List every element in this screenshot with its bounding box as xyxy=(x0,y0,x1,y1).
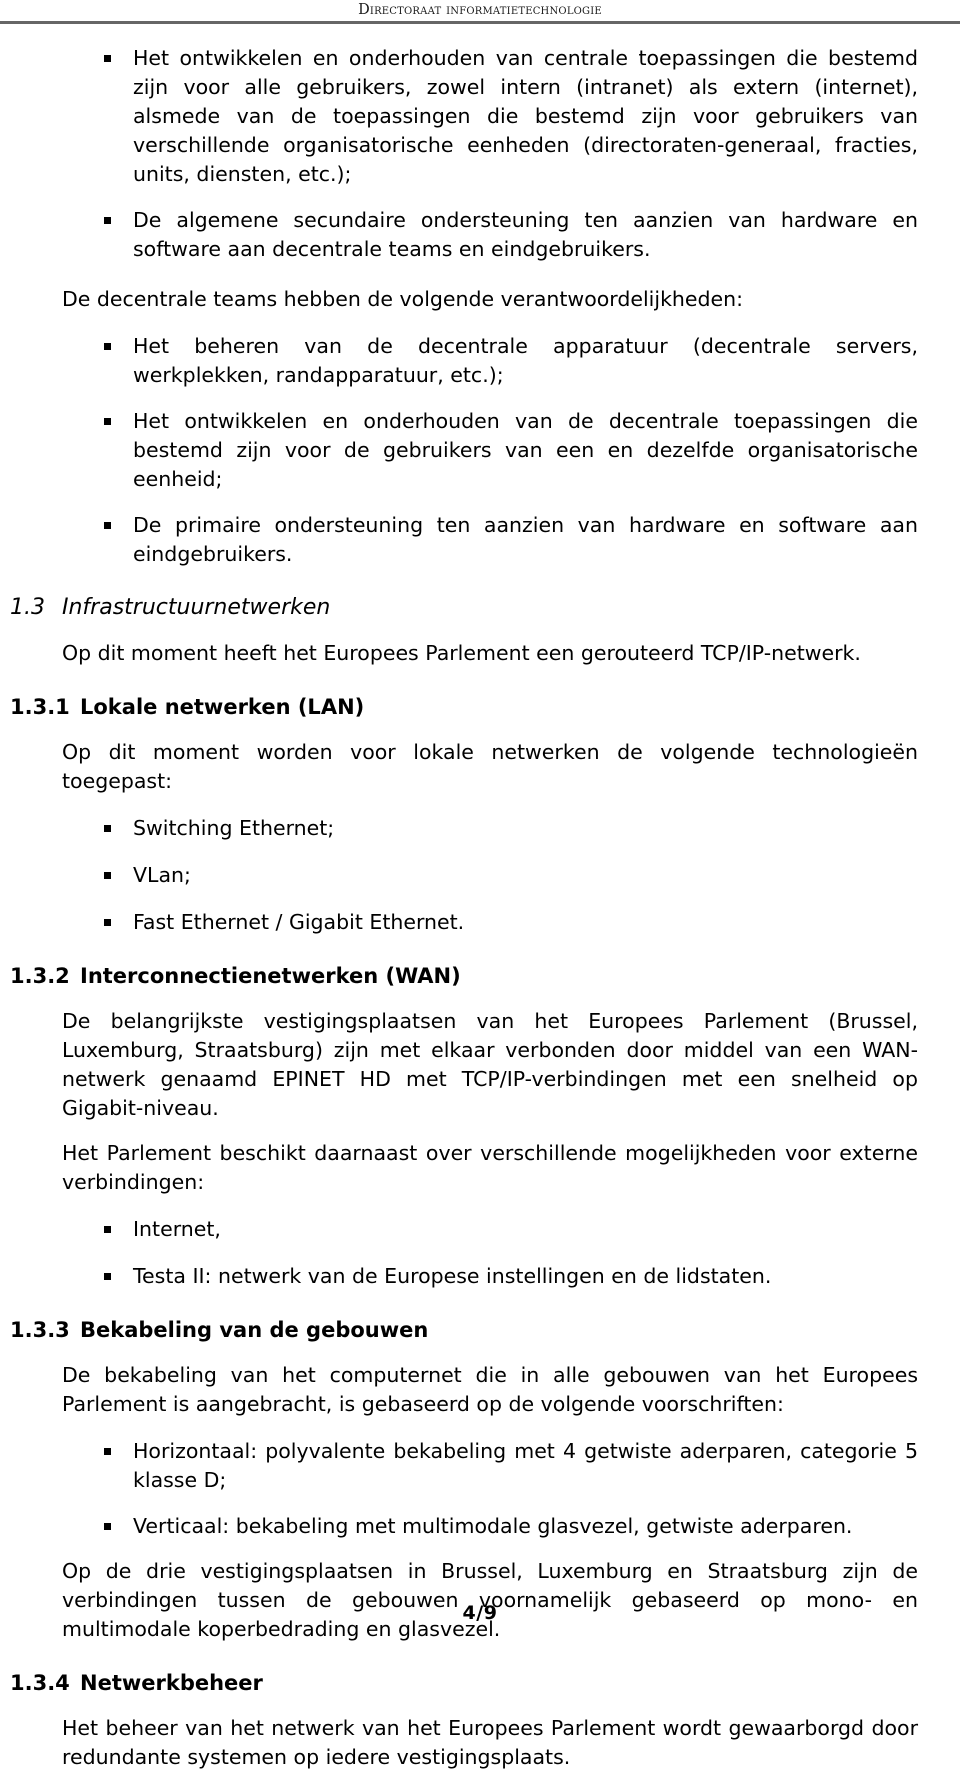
heading-number: 1.3 xyxy=(10,595,45,621)
bullet-square-icon xyxy=(104,522,111,530)
list-item-text: Testa II: netwerk van de Europese instel… xyxy=(133,1264,772,1289)
bullet-square-icon xyxy=(104,55,111,63)
section-1-3-3-paragraph-1: De bekabeling van het computernet die in… xyxy=(62,1363,918,1417)
heading-1-3: 1.3 Infrastructuurnetwerken xyxy=(10,593,918,623)
section-1-3-1-paragraph: Op dit moment worden voor lokale netwerk… xyxy=(62,740,918,794)
page-footer: 4/9 xyxy=(0,1602,960,1624)
heading-number: 1.3.3 xyxy=(10,1318,70,1343)
list-item: Het ontwikkelen en onderhouden van de de… xyxy=(104,407,918,494)
section-1-3-2-paragraph-1: De belangrijkste vestigingsplaatsen van … xyxy=(62,1009,918,1121)
list-item: VLan; xyxy=(104,861,918,890)
bullet-square-icon xyxy=(104,872,111,880)
list-item: Horizontaal: polyvalente bekabeling met … xyxy=(104,1437,918,1495)
section-1-3-4-paragraph: Het beheer van het netwerk van het Europ… xyxy=(62,1716,918,1770)
list-item: Het beheren van de decentrale apparatuur… xyxy=(104,332,918,390)
heading-number: 1.3.2 xyxy=(10,964,70,989)
page-number: 4/9 xyxy=(462,1602,498,1624)
document-content: Het ontwikkelen en onderhouden van centr… xyxy=(0,44,960,1772)
list-item-text: Het ontwikkelen en onderhouden van de de… xyxy=(133,409,918,492)
decentrale-intro-paragraph: De decentrale teams hebben de volgende v… xyxy=(62,287,744,312)
list-item: Het ontwikkelen en onderhouden van centr… xyxy=(104,44,918,189)
intro-bullet-list: Het ontwikkelen en onderhouden van centr… xyxy=(104,44,918,264)
decentrale-bullet-list: Het beheren van de decentrale apparatuur… xyxy=(104,332,918,569)
section-1-3-3-paragraph-2: Op de drie vestigingsplaatsen in Brussel… xyxy=(62,1559,918,1642)
list-item-text: VLan; xyxy=(133,863,191,888)
bullet-square-icon xyxy=(104,919,111,927)
list-item: Verticaal: bekabeling met multimodale gl… xyxy=(104,1512,918,1541)
list-item-text: De algemene secundaire ondersteuning ten… xyxy=(133,208,918,262)
list-item-text: Switching Ethernet; xyxy=(133,816,335,841)
cabling-bullet-list: Horizontaal: polyvalente bekabeling met … xyxy=(104,1437,918,1541)
list-item-text: De primaire ondersteuning ten aanzien va… xyxy=(133,513,918,567)
heading-1-3-4: 1.3.4 Netwerkbeheer xyxy=(10,1668,918,1698)
heading-title: Interconnectienetwerken (WAN) xyxy=(80,964,461,989)
heading-1-3-1: 1.3.1 Lokale netwerken (LAN) xyxy=(10,692,918,722)
heading-title: Lokale netwerken (LAN) xyxy=(80,695,365,720)
bullet-square-icon xyxy=(104,343,111,351)
list-item: Fast Ethernet / Gigabit Ethernet. xyxy=(104,908,918,937)
list-item: De algemene secundaire ondersteuning ten… xyxy=(104,206,918,264)
bullet-square-icon xyxy=(104,1448,111,1456)
heading-number: 1.3.4 xyxy=(10,1671,70,1696)
bullet-square-icon xyxy=(104,1273,111,1281)
bullet-square-icon xyxy=(104,217,111,225)
wan-bullet-list: Internet, Testa II: netwerk van de Europ… xyxy=(104,1215,918,1291)
list-item: Internet, xyxy=(104,1215,918,1244)
heading-number: 1.3.1 xyxy=(10,695,70,720)
list-item: Switching Ethernet; xyxy=(104,814,918,843)
list-item-text: Het beheren van de decentrale apparatuur… xyxy=(133,334,918,388)
section-1-3-2-paragraph-2: Het Parlement beschikt daarnaast over ve… xyxy=(62,1141,918,1195)
heading-1-3-2: 1.3.2 Interconnectienetwerken (WAN) xyxy=(10,961,918,991)
bullet-square-icon xyxy=(104,825,111,833)
list-item-text: Horizontaal: polyvalente bekabeling met … xyxy=(133,1439,918,1493)
section-1-3-paragraph: Op dit moment heeft het Europees Parleme… xyxy=(62,641,861,666)
page-header: Directoraat informatietechnologie xyxy=(0,0,960,25)
list-item-text: Het ontwikkelen en onderhouden van centr… xyxy=(133,46,918,187)
header-title: Directoraat informatietechnologie xyxy=(358,2,602,18)
heading-title: Infrastructuurnetwerken xyxy=(62,595,331,621)
lan-bullet-list: Switching Ethernet; VLan; Fast Ethernet … xyxy=(104,814,918,937)
bullet-square-icon xyxy=(104,1226,111,1234)
list-item: De primaire ondersteuning ten aanzien va… xyxy=(104,511,918,569)
list-item-text: Verticaal: bekabeling met multimodale gl… xyxy=(133,1514,853,1539)
list-item: Testa II: netwerk van de Europese instel… xyxy=(104,1262,918,1291)
bullet-square-icon xyxy=(104,418,111,426)
list-item-text: Fast Ethernet / Gigabit Ethernet. xyxy=(133,910,465,935)
bullet-square-icon xyxy=(104,1523,111,1531)
heading-title: Netwerkbeheer xyxy=(80,1671,263,1696)
heading-1-3-3: 1.3.3 Bekabeling van de gebouwen xyxy=(10,1315,918,1345)
list-item-text: Internet, xyxy=(133,1217,221,1242)
header-divider xyxy=(0,21,960,25)
heading-title: Bekabeling van de gebouwen xyxy=(80,1318,429,1343)
